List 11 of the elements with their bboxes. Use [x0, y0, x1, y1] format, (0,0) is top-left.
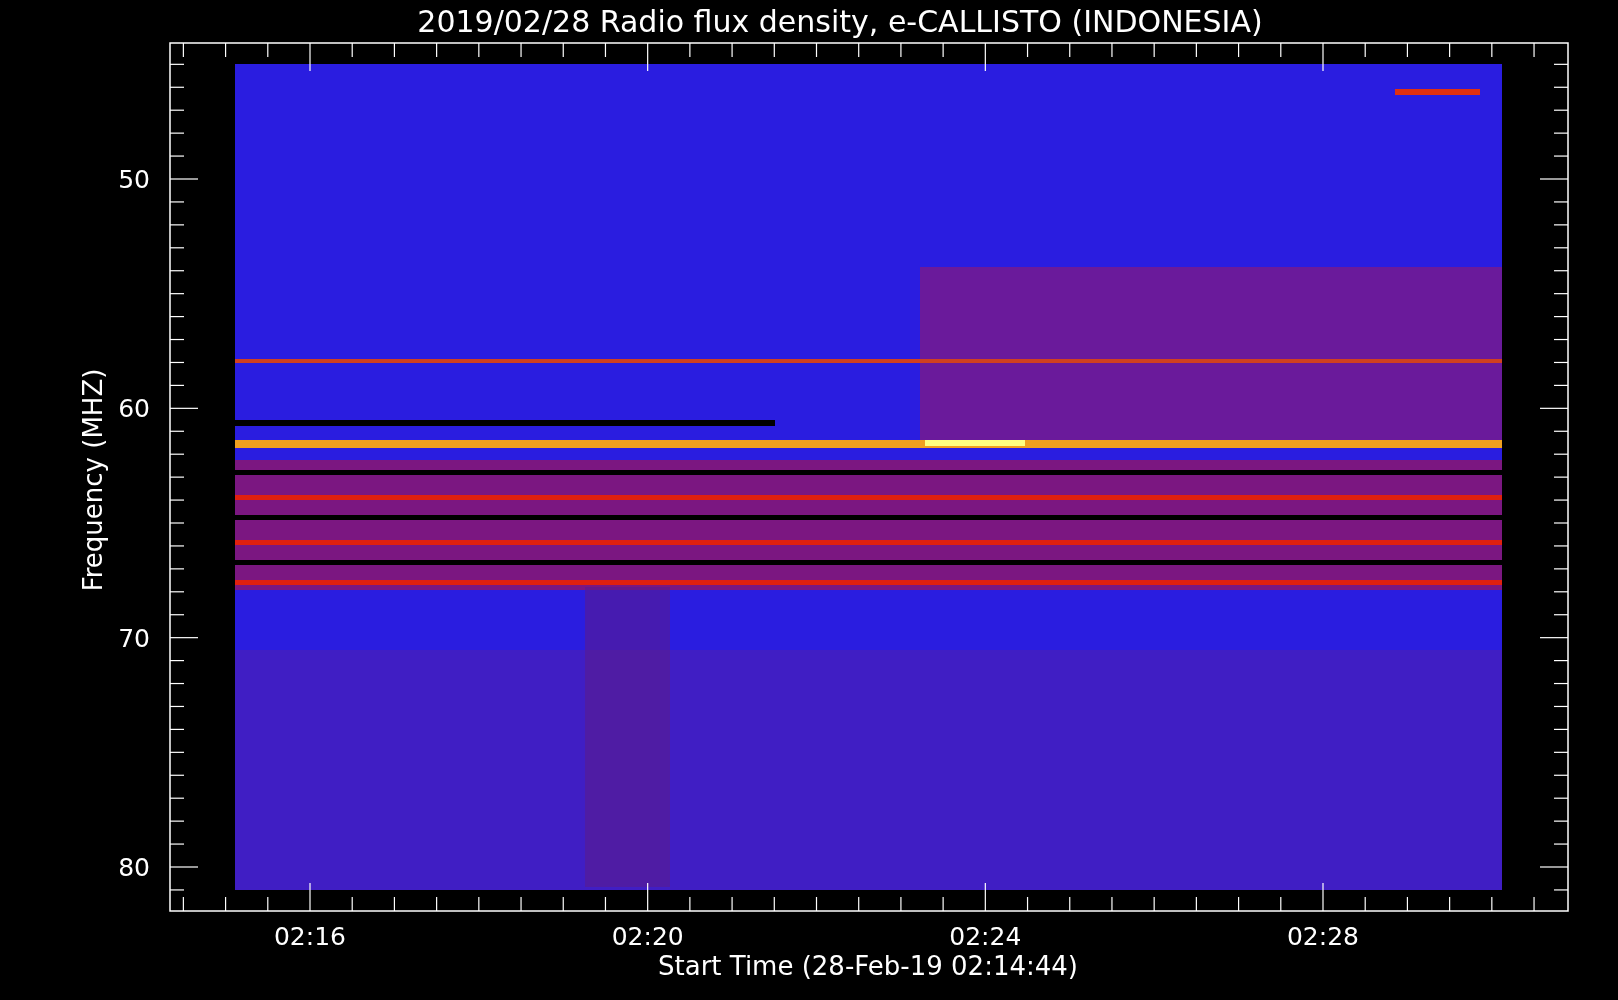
- x-axis-label: Start Time (28-Feb-19 02:14:44): [658, 951, 1078, 981]
- y-tick-label: 60: [118, 394, 150, 424]
- y-tick-label: 70: [118, 623, 150, 653]
- x-tick-label: 02:16: [274, 922, 346, 951]
- y-axis-label: Frequency (MHZ): [78, 368, 108, 592]
- y-tick-label: 80: [118, 853, 150, 882]
- chart-title: 2019/02/28 Radio flux density, e-CALLISTO (INDONESIA): [417, 4, 1263, 39]
- x-tick-label: 02:20: [611, 922, 684, 951]
- x-tick-label: 02:28: [1287, 922, 1359, 951]
- y-tick-label: 50: [118, 165, 150, 194]
- x-tick-label: 02:24: [949, 922, 1022, 951]
